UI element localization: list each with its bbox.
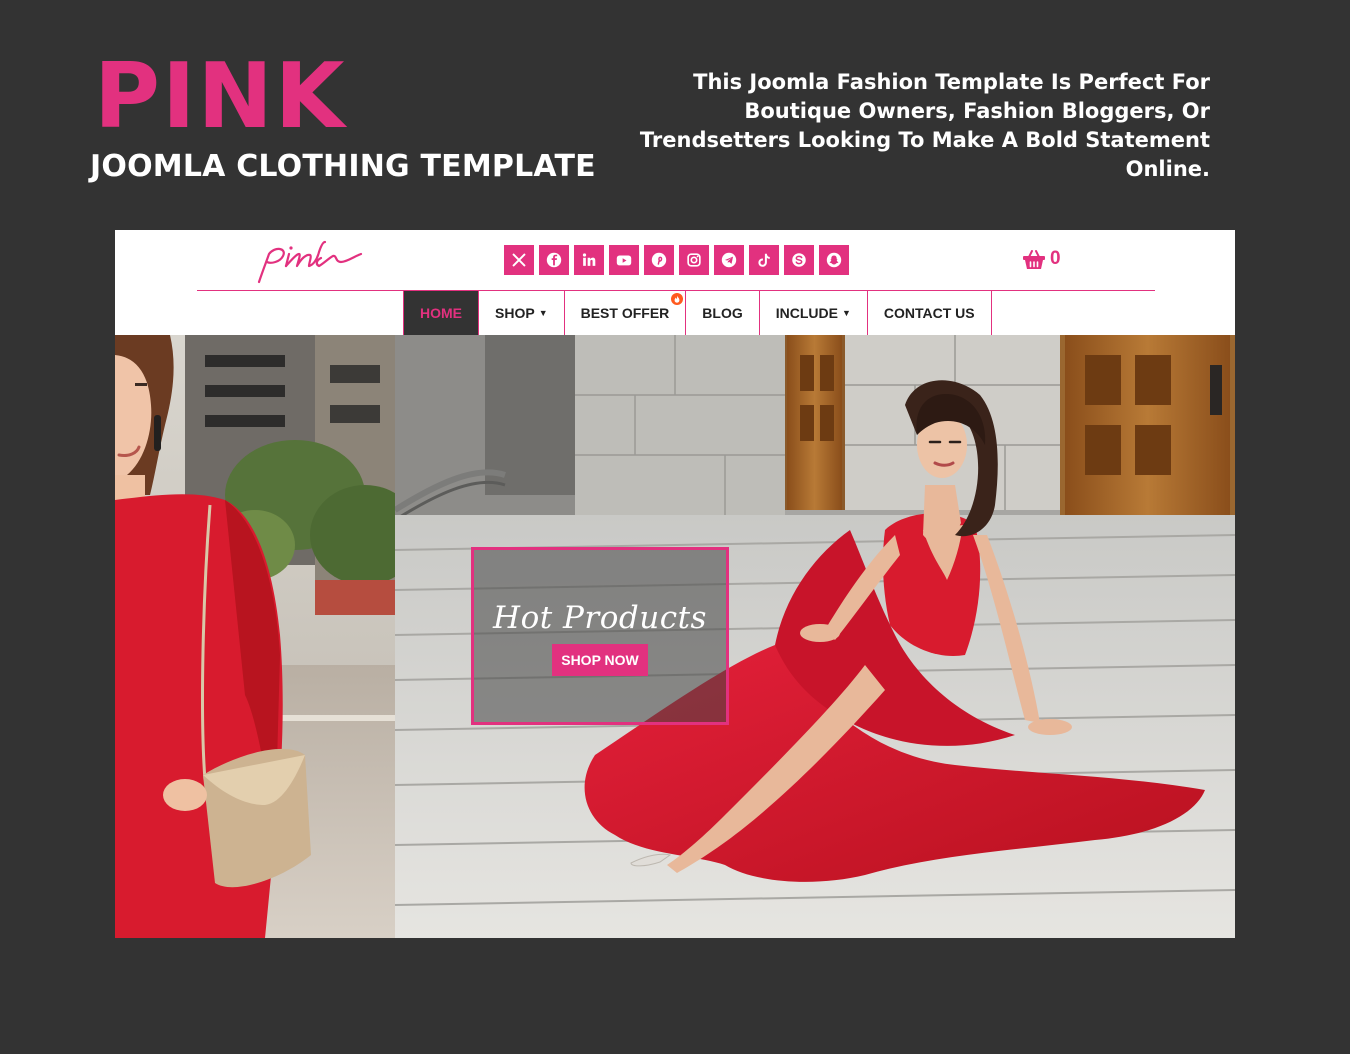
site-logo[interactable] <box>253 240 369 286</box>
social-links <box>504 245 849 275</box>
hero-side-image <box>115 335 395 938</box>
flame-icon <box>671 293 684 305</box>
nav-best-offer-label: BEST OFFER <box>580 305 670 321</box>
nav-shop-label: SHOP <box>495 305 535 321</box>
main-navigation: HOME SHOP ▼ BEST OFFER BLOG INCLUDE ▼ CO… <box>403 291 992 335</box>
linkedin-icon[interactable] <box>574 245 604 275</box>
hot-products-banner: Hot Products SHOP NOW <box>471 547 729 725</box>
promo-title: PINK <box>94 44 347 149</box>
chevron-down-icon: ▼ <box>841 307 851 318</box>
x-icon[interactable] <box>504 245 534 275</box>
promo-subtitle: JOOMLA CLOTHING TEMPLATE <box>90 149 596 184</box>
hero-heading: Hot Products <box>493 600 707 636</box>
youtube-icon[interactable] <box>609 245 639 275</box>
nav-home[interactable]: HOME <box>404 291 479 335</box>
cart-count: 0 <box>1050 248 1061 269</box>
nav-home-label: HOME <box>420 305 462 321</box>
cart-button[interactable]: 0 <box>1022 248 1061 270</box>
shop-now-button[interactable]: SHOP NOW <box>552 644 648 676</box>
nav-blog-label: BLOG <box>702 305 743 321</box>
chevron-down-icon: ▼ <box>538 307 548 318</box>
facebook-icon[interactable] <box>539 245 569 275</box>
instagram-icon[interactable] <box>679 245 709 275</box>
nav-best-offer[interactable]: BEST OFFER <box>565 291 687 335</box>
snapchat-icon[interactable] <box>819 245 849 275</box>
nav-contact-us[interactable]: CONTACT US <box>868 291 992 335</box>
pinterest-icon[interactable] <box>644 245 674 275</box>
nav-include[interactable]: INCLUDE ▼ <box>760 291 868 335</box>
website-preview: 0 HOME SHOP ▼ BEST OFFER BLOG INCLUDE ▼ … <box>115 230 1235 938</box>
nav-shop[interactable]: SHOP ▼ <box>479 291 565 335</box>
hero-slider[interactable]: Hot Products SHOP NOW <box>115 335 1235 938</box>
nav-include-label: INCLUDE <box>775 305 838 321</box>
nav-contact-us-label: CONTACT US <box>883 305 975 321</box>
tiktok-icon[interactable] <box>749 245 779 275</box>
promo-description: This Joomla Fashion Template Is Perfect … <box>639 70 1210 181</box>
basket-icon <box>1023 250 1045 269</box>
pink-logo-icon <box>257 240 363 284</box>
nav-blog[interactable]: BLOG <box>686 291 760 335</box>
telegram-icon[interactable] <box>714 245 744 275</box>
skype-icon[interactable] <box>784 245 814 275</box>
